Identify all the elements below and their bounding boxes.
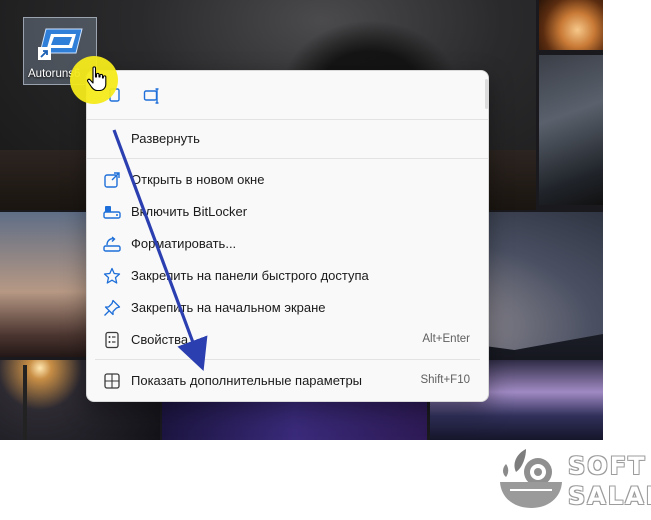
- hand-pointer-icon: [87, 66, 107, 92]
- autoruns-app-icon: [38, 28, 83, 60]
- properties-icon: [105, 331, 119, 349]
- rename-button[interactable]: [139, 83, 165, 109]
- menu-item-format[interactable]: Форматировать...: [91, 229, 484, 259]
- wallpaper-photo-sunset: [539, 0, 603, 50]
- wallpaper-photo-purple-sky: [162, 400, 427, 440]
- menu-item-properties[interactable]: Свойства Alt+Enter: [91, 325, 484, 355]
- menu-item-bitlocker[interactable]: Включить BitLocker: [91, 197, 484, 227]
- rename-icon: [143, 88, 159, 104]
- menu-edge: [485, 79, 488, 109]
- menu-item-label: Свойства: [131, 332, 189, 347]
- star-icon: [103, 267, 121, 284]
- menu-item-pin-quick-access[interactable]: Закрепить на панели быстрого доступа: [91, 261, 484, 291]
- menu-item-pin-start[interactable]: Закрепить на начальном экране: [91, 293, 484, 323]
- bitlocker-icon: [103, 206, 121, 219]
- shortcut-label: Alt+Enter: [422, 333, 470, 345]
- logo-text-salad: SALAD: [567, 481, 651, 510]
- wallpaper-photo-milky-way: [539, 55, 603, 205]
- salad-bowl-icon: [500, 449, 562, 508]
- menu-item-label: Развернуть: [131, 131, 200, 146]
- shortcut-label: Shift+F10: [420, 374, 470, 386]
- menu-item-expand[interactable]: Развернуть: [91, 124, 484, 154]
- logo-text-soft: SOFT: [567, 451, 647, 480]
- context-menu: Развернуть Открыть в новом окне Включить…: [86, 70, 489, 402]
- separator: [87, 119, 488, 120]
- menu-item-label: Закрепить на панели быстрого доступа: [131, 268, 369, 283]
- menu-item-label: Закрепить на начальном экране: [131, 300, 326, 315]
- context-menu-toolbar: [87, 71, 488, 119]
- menu-item-label: Открыть в новом окне: [131, 172, 265, 187]
- menu-item-label: Форматировать...: [131, 236, 237, 251]
- softsalad-logo: SOFT SALAD: [496, 446, 651, 516]
- separator: [95, 359, 480, 360]
- more-options-icon: [104, 373, 120, 389]
- open-new-window-icon: [104, 172, 120, 188]
- menu-item-open-new-window[interactable]: Открыть в новом окне: [91, 165, 484, 195]
- separator: [87, 158, 488, 159]
- format-icon: [103, 236, 121, 252]
- menu-item-label: Показать дополнительные параметры: [131, 373, 363, 388]
- pin-icon: [104, 299, 121, 316]
- menu-item-label: Включить BitLocker: [131, 204, 248, 219]
- menu-item-show-more-options[interactable]: Показать дополнительные параметры Shift+…: [91, 366, 484, 396]
